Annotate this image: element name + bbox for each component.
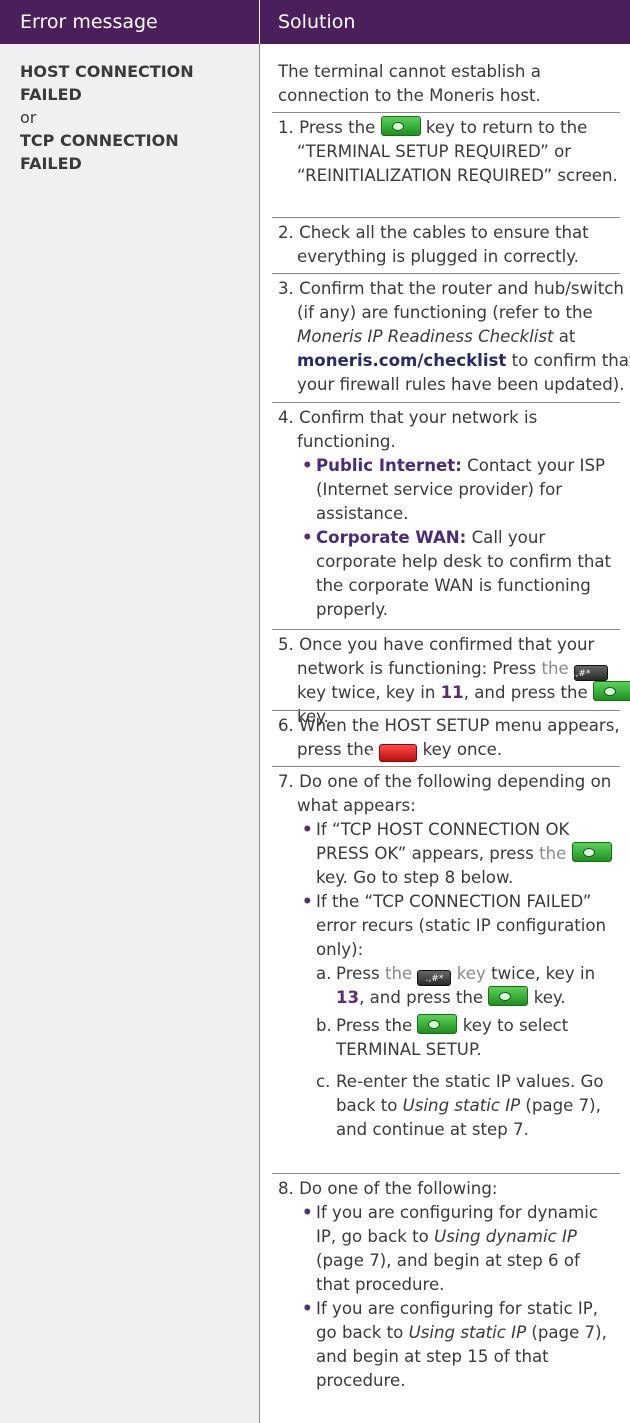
troubleshooting-table: Error message Solution HOST CONNECTION F… (0, 0, 630, 1423)
checklist-link[interactable]: moneris.com/checklist (297, 351, 506, 370)
sub-step-b: b. Press the key to select TERMINAL SETU… (316, 1014, 569, 1059)
table-header: Error message Solution (0, 0, 630, 44)
step-8: 8. Do one of the following: If you are c… (278, 1177, 618, 1393)
divider (272, 710, 620, 711)
divider (272, 402, 620, 403)
error-tcp-connection: TCP CONNECTION (20, 131, 179, 150)
green-ok-key-icon (571, 842, 612, 862)
solution-cell: The terminal cannot establish a connecti… (260, 44, 630, 1423)
header-divider (259, 0, 260, 44)
error-host-connection: HOST CONNECTION (20, 62, 194, 81)
list-item: Corporate WAN: Call your corporate help … (297, 526, 618, 622)
green-ok-key-icon (380, 116, 421, 136)
list-item: Public Internet: Contact your ISP (Inter… (297, 454, 618, 526)
pound-key-icon: .,#* (417, 970, 452, 986)
sub-step-c: c. Re-enter the static IP values. Go bac… (316, 1072, 604, 1139)
divider (272, 112, 620, 113)
list-item: If “TCP HOST CONNECTION OK PRESS OK” app… (297, 818, 618, 890)
list-item: If you are configuring for static IP, go… (297, 1297, 618, 1393)
step-7: 7. Do one of the following depending on … (278, 770, 618, 1142)
error-message-text: HOST CONNECTION FAILED or TCP CONNECTION… (20, 60, 194, 175)
header-error-message: Error message (20, 11, 158, 33)
list-item: If the “TCP CONNECTION FAILED” error rec… (297, 890, 618, 962)
list-item: If you are configuring for dynamic IP, g… (297, 1201, 618, 1297)
divider (272, 273, 620, 274)
step-1: 1. Press the key to return to the “TERMI… (278, 116, 618, 185)
sub-step-a: a. Press the .,#* key twice, key in 13, … (316, 964, 596, 1007)
green-ok-key-icon (417, 1014, 458, 1034)
step-2: 2. Check all the cables to ensure that e… (278, 223, 589, 266)
error-failed-1: FAILED (20, 85, 82, 104)
divider (272, 1173, 620, 1174)
error-or: or (20, 108, 37, 127)
header-solution: Solution (278, 11, 356, 33)
pound-key-icon: .,#* (573, 665, 608, 681)
step-4: 4. Confirm that your network is function… (278, 406, 618, 622)
step-3: 3. Confirm that the router and hub/switc… (278, 279, 630, 394)
divider (272, 629, 620, 630)
doc-reference: Moneris IP Readiness Checklist (297, 327, 554, 346)
divider (272, 217, 620, 218)
solution-intro: The terminal cannot establish a connecti… (278, 62, 541, 105)
step-6: 6. When the HOST SETUP menu appears, pre… (278, 716, 620, 762)
green-ok-key-icon (593, 681, 630, 701)
error-failed-2: FAILED (20, 154, 82, 173)
divider (272, 766, 620, 767)
red-cancel-key-icon: X (367, 744, 418, 762)
green-ok-key-icon (488, 986, 529, 1006)
error-message-cell: HOST CONNECTION FAILED or TCP CONNECTION… (0, 44, 259, 1423)
